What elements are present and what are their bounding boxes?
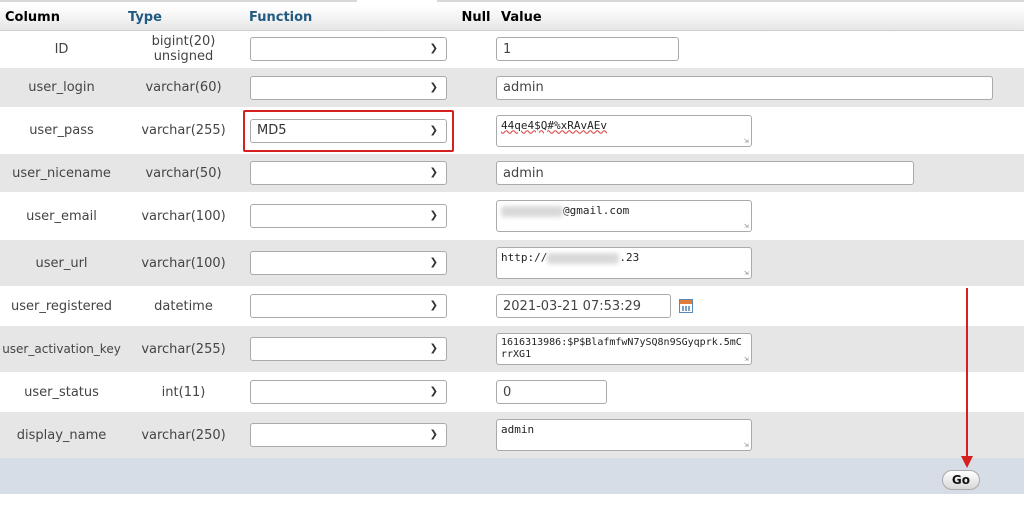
column-name: user_url: [0, 240, 123, 286]
header-value: Value: [496, 6, 1024, 31]
value-input[interactable]: [496, 37, 679, 62]
table-row: user_status int(11) ❯: [0, 372, 1024, 412]
table-row: display_name varchar(250) ❯ admin ⇲: [0, 412, 1024, 458]
function-select[interactable]: [250, 75, 447, 100]
resize-grip-icon[interactable]: ⇲: [744, 136, 749, 145]
column-name: user_registered: [0, 286, 123, 326]
value-input[interactable]: [496, 161, 914, 185]
function-select-md5[interactable]: MD5: [250, 118, 447, 143]
display-name-value: admin: [501, 423, 535, 436]
function-select[interactable]: [250, 294, 447, 318]
calendar-icon[interactable]: [679, 299, 693, 313]
table-row: user_activation_key varchar(255) ❯ 16163…: [0, 326, 1024, 372]
header-type[interactable]: Type: [123, 6, 244, 31]
table-row: user_nicename varchar(50) ❯: [0, 154, 1024, 192]
column-type: int(11): [123, 372, 244, 412]
top-divider: [0, 0, 357, 2]
function-select[interactable]: [250, 161, 447, 185]
column-type: datetime: [123, 286, 244, 326]
column-name: ID: [0, 30, 123, 68]
column-name: display_name: [0, 412, 123, 458]
redacted-blur: [547, 252, 620, 264]
resize-grip-icon[interactable]: ⇲: [744, 269, 749, 277]
password-textarea[interactable]: 44qe4$Q#%xRAvAEv ⇲: [496, 114, 752, 147]
function-select[interactable]: [250, 204, 447, 228]
function-select[interactable]: [250, 37, 447, 62]
display-name-textarea[interactable]: admin ⇲: [496, 419, 752, 451]
url-prefix: http://: [501, 251, 548, 264]
table-row: user_email varchar(100) ❯ @gmail.com ⇲: [0, 192, 1024, 240]
column-type: varchar(250): [123, 412, 244, 458]
table-row: user_url varchar(100) ❯ http://.23 ⇲: [0, 240, 1024, 286]
password-value: 44qe4$Q#%xRAvAEv: [501, 118, 607, 132]
activation-key-textarea[interactable]: 1616313986:$P$BlafmfwN7ySQ8n9SGyqprk.5mC…: [496, 333, 752, 365]
column-type: varchar(60): [123, 68, 244, 107]
redacted-blur: [501, 205, 563, 217]
activation-key-value: 1616313986:$P$BlafmfwN7ySQ8n9SGyqprk.5mC…: [501, 337, 742, 360]
go-button[interactable]: Go: [941, 470, 980, 490]
value-input[interactable]: [496, 380, 607, 404]
column-name: user_email: [0, 192, 123, 240]
header-null: Null: [456, 6, 496, 31]
column-name: user_status: [0, 372, 123, 412]
table-row: user_login varchar(60) ❯: [0, 68, 1024, 107]
form-footer: Go: [0, 458, 1024, 494]
insert-edit-table: Column Type Function Null Value ID bigin…: [0, 6, 1024, 494]
header-column: Column: [0, 6, 123, 31]
column-type: bigint(20) unsigned: [123, 30, 244, 68]
function-select[interactable]: [250, 423, 447, 447]
function-select[interactable]: [250, 251, 447, 275]
email-textarea[interactable]: @gmail.com ⇲: [496, 200, 752, 232]
url-textarea[interactable]: http:// .23 ⇲: [496, 247, 752, 279]
column-name: user_nicename: [0, 154, 123, 192]
column-name: user_login: [0, 68, 123, 107]
header-function[interactable]: Function: [244, 6, 456, 31]
function-select[interactable]: [250, 337, 447, 361]
resize-grip-icon[interactable]: ⇲: [744, 441, 749, 449]
top-divider: [437, 0, 1024, 2]
datetime-input[interactable]: [496, 294, 671, 318]
email-suffix: @gmail.com: [563, 204, 630, 217]
function-select[interactable]: [250, 380, 447, 404]
table-row: ID bigint(20) unsigned ❯: [0, 30, 1024, 68]
column-type: varchar(255): [123, 107, 244, 154]
column-type: varchar(100): [123, 240, 244, 286]
resize-grip-icon[interactable]: ⇲: [744, 222, 749, 230]
column-type: varchar(100): [123, 192, 244, 240]
column-name: user_activation_key: [0, 326, 123, 372]
table-row: user_registered datetime ❯: [0, 286, 1024, 326]
column-type: varchar(255): [123, 326, 244, 372]
table-row: user_pass varchar(255) MD5 ❯ 44qe4$Q#%xRA…: [0, 107, 1024, 154]
header-row: Column Type Function Null Value: [0, 6, 1024, 31]
value-input[interactable]: [496, 75, 993, 100]
function-highlight-box: MD5 ❯: [243, 109, 454, 152]
resize-grip-icon[interactable]: ⇲: [744, 355, 749, 363]
column-type: varchar(50): [123, 154, 244, 192]
url-suffix: .23: [619, 251, 640, 264]
column-name: user_pass: [0, 107, 123, 154]
